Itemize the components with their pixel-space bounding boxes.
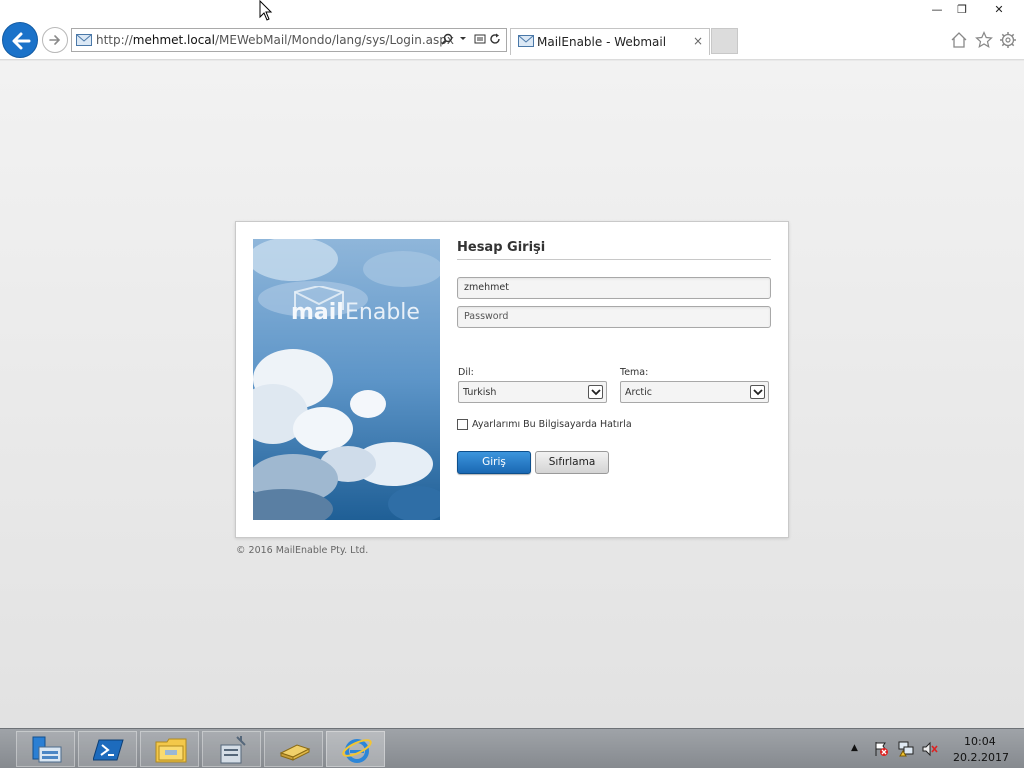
admin-tools-icon [220, 736, 246, 764]
minimize-icon: — [931, 3, 943, 16]
server-manager-icon [32, 736, 62, 763]
chevron-down-icon [750, 385, 765, 399]
tab-mailenable[interactable]: MailEnable - Webmail × [510, 28, 710, 55]
forward-arrow-icon [49, 35, 61, 45]
star-icon[interactable] [975, 31, 993, 49]
network-icon[interactable] [898, 741, 914, 757]
theme-label: Tema: [620, 367, 649, 378]
password-input[interactable]: Password [457, 306, 771, 328]
taskbar-books[interactable] [264, 731, 323, 767]
mailenable-logo: mail Enable [291, 286, 420, 328]
taskbar: ▲ 10:04 20.2.2017 [0, 728, 1024, 768]
compatibility-icon[interactable] [473, 33, 487, 47]
action-center-flag-icon[interactable] [873, 741, 889, 757]
taskbar-file-explorer[interactable] [140, 731, 199, 767]
back-button[interactable] [2, 22, 38, 58]
restore-icon: ❐ [957, 3, 967, 16]
internet-explorer-icon [342, 739, 372, 763]
close-icon: ✕ [994, 3, 1004, 16]
books-icon [279, 744, 311, 761]
tab-close-icon[interactable]: × [693, 34, 703, 48]
close-window-button[interactable]: ✕ [982, 0, 1016, 20]
url-text: http://mehmet.local/MEWebMail/Mondo/lang… [96, 33, 454, 47]
language-select[interactable]: Turkish [458, 381, 607, 403]
home-icon[interactable] [950, 31, 968, 49]
remember-label: Ayarlarımı Bu Bilgisayarda Hatırla [472, 419, 632, 430]
forward-button[interactable] [42, 27, 68, 53]
taskbar-server-manager[interactable] [16, 731, 75, 767]
page-content: mail Enable Hesap Girişi zmehmet Passwor… [0, 61, 1024, 728]
clock-time[interactable]: 10:04 [964, 735, 996, 748]
back-arrow-icon [12, 32, 31, 50]
reset-button[interactable]: Sıfırlama [535, 451, 609, 474]
taskbar-admin-tools[interactable] [202, 731, 261, 767]
sky-background [253, 239, 440, 520]
refresh-icon[interactable] [488, 33, 502, 47]
tray-chevron-up-icon[interactable]: ▲ [851, 743, 858, 753]
volume-muted-icon[interactable] [922, 741, 938, 757]
mouse-cursor-icon [259, 0, 273, 21]
theme-select[interactable]: Arctic [620, 381, 769, 403]
new-tab-button[interactable] [711, 28, 738, 54]
login-panel: mail Enable Hesap Girişi zmehmet Passwor… [235, 221, 789, 538]
username-input[interactable]: zmehmet [457, 277, 771, 299]
login-button[interactable]: Giriş [457, 451, 531, 474]
restore-button[interactable]: ❐ [945, 0, 979, 20]
title-divider [457, 259, 771, 260]
gear-icon[interactable] [999, 31, 1017, 49]
search-icon[interactable] [440, 33, 454, 47]
dropdown-icon[interactable] [456, 33, 470, 47]
browser-chrome: — ❐ ✕ http://mehmet.local/MEWebMail/Mond… [0, 0, 1024, 60]
brand-sky-image: mail Enable [253, 239, 440, 520]
taskbar-powershell[interactable] [78, 731, 137, 767]
taskbar-internet-explorer[interactable] [326, 731, 385, 767]
page-title: Hesap Girişi [457, 240, 546, 255]
chevron-down-icon [588, 385, 603, 399]
mail-icon [76, 34, 92, 46]
address-bar[interactable]: http://mehmet.local/MEWebMail/Mondo/lang… [71, 28, 507, 52]
powershell-icon [93, 739, 124, 761]
file-explorer-icon [155, 738, 187, 763]
clock-date[interactable]: 20.2.2017 [953, 751, 1009, 764]
language-label: Dil: [458, 367, 474, 378]
mail-icon [518, 35, 534, 47]
copyright-text: © 2016 MailEnable Pty. Ltd. [236, 545, 369, 556]
remember-checkbox[interactable] [457, 419, 468, 430]
tab-title: MailEnable - Webmail [537, 35, 667, 49]
